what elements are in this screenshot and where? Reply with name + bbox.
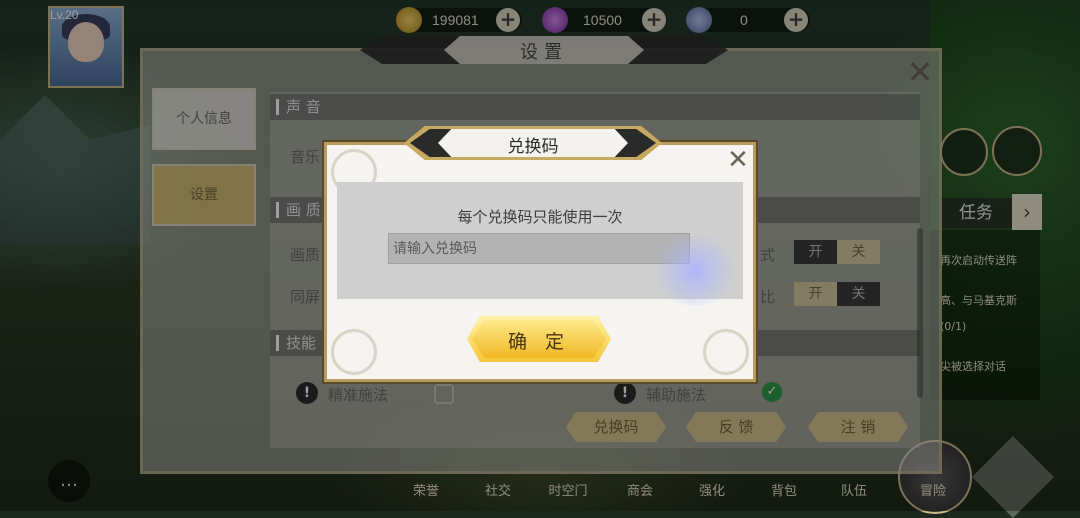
corner-ornament — [331, 329, 377, 375]
redeem-code-input[interactable] — [388, 233, 690, 264]
confirm-label: 确 定 — [507, 331, 571, 353]
dialog-close-icon[interactable]: ✕ — [720, 144, 756, 176]
redeem-hint-text: 每个兑换码只能使用一次 — [457, 208, 623, 226]
corner-ornament — [703, 329, 749, 375]
dialog-title-bar: 兑换码 — [404, 126, 662, 160]
dialog-title: 兑换码 — [507, 137, 559, 157]
